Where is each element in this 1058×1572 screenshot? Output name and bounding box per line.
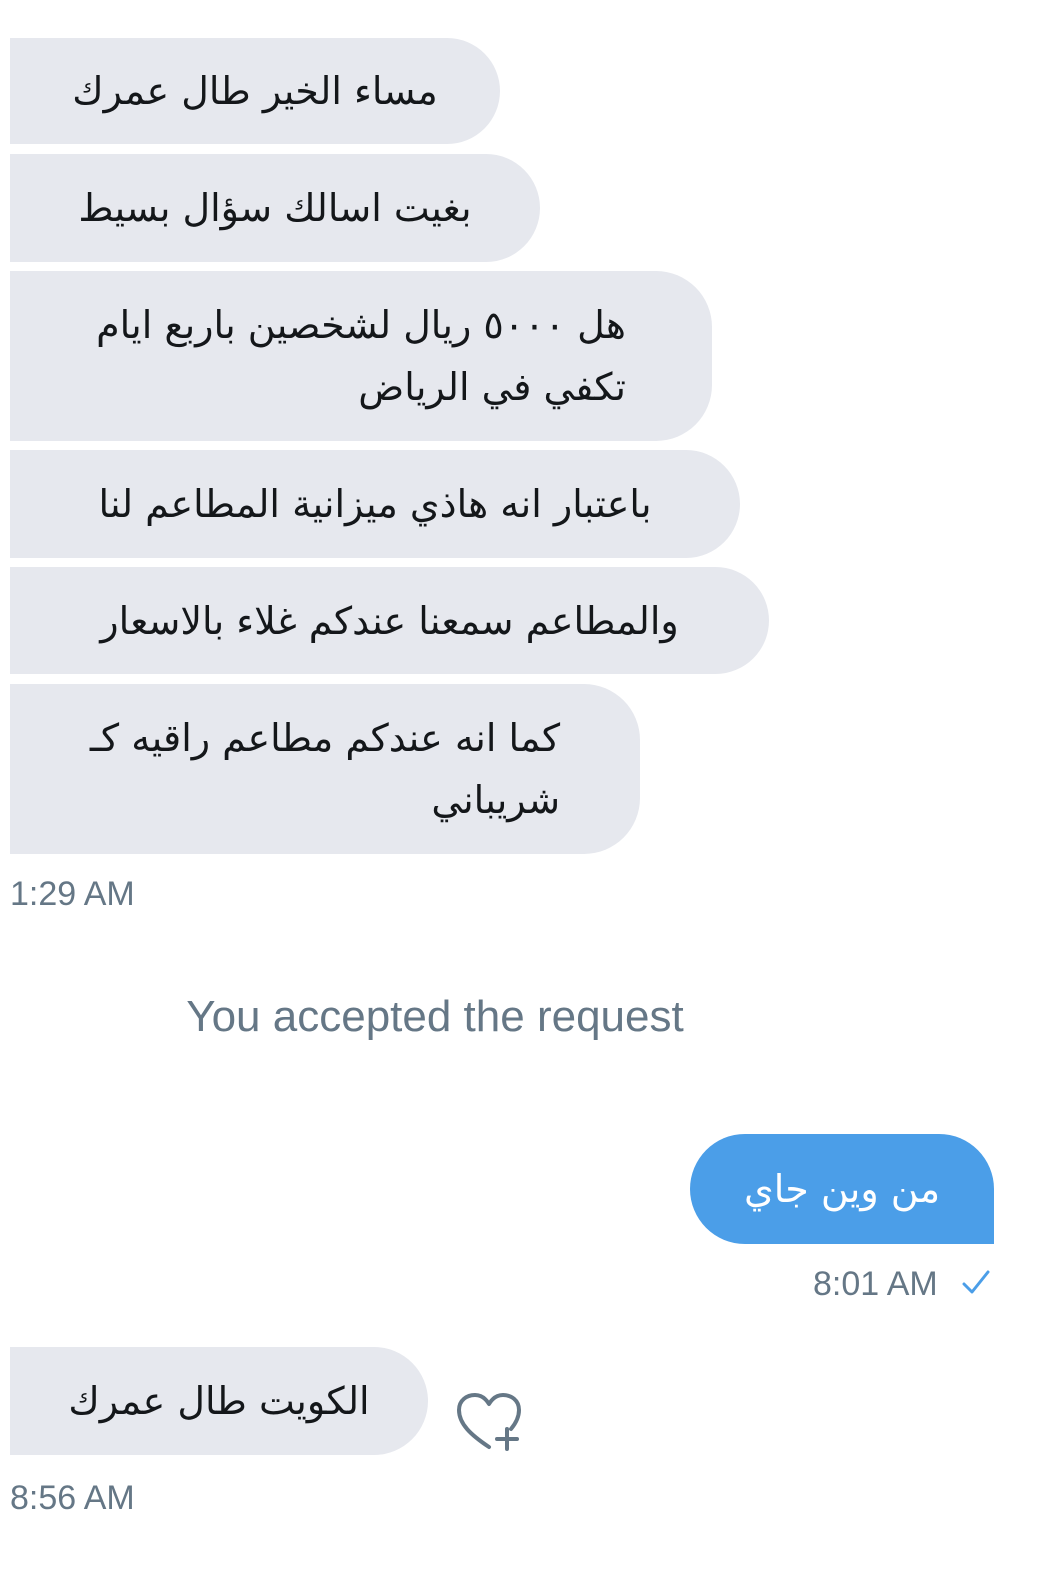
heart-plus-icon[interactable] <box>452 1390 526 1454</box>
outgoing-message-bubble[interactable]: من وين جاي <box>690 1134 994 1244</box>
message-bubble-greeting[interactable]: مساء الخير طال عمرك <box>10 38 500 144</box>
message-text: باعتبار انه هاذي ميزانية المطاعم لنا <box>98 482 652 526</box>
message-text: من وين جاي <box>743 1167 941 1211</box>
message-bubble-restaurant-budget[interactable]: باعتبار انه هاذي ميزانية المطاعم لنا <box>10 450 740 558</box>
checkmark-icon <box>962 1270 990 1294</box>
message-text: هل ٥٠٠٠ ريال لشخصين باربع ايام تكفي في ا… <box>96 303 626 409</box>
message-text: كما انه عندكم مطاعم راقيه كـ شريباني <box>89 716 561 822</box>
message-timestamp: 1:29 AM <box>10 875 135 913</box>
outgoing-message-timestamp: 8:01 AM <box>813 1265 938 1303</box>
message-text: مساء الخير طال عمرك <box>72 69 438 113</box>
message-bubble-budget-question[interactable]: هل ٥٠٠٠ ريال لشخصين باربع ايام تكفي في ا… <box>10 271 712 441</box>
message-bubble-fine-restaurants[interactable]: كما انه عندكم مطاعم راقيه كـ شريباني <box>10 684 640 854</box>
message-timestamp: 8:56 AM <box>10 1479 135 1517</box>
message-text: الكويت طال عمرك <box>68 1379 370 1423</box>
message-text: بغيت اسالك سؤال بسيط <box>78 186 472 230</box>
system-message: You accepted the request <box>186 992 684 1041</box>
message-bubble-kuwait-reply[interactable]: الكويت طال عمرك <box>10 1347 428 1455</box>
message-bubble-prices[interactable]: والمطاعم سمعنا عندكم غلاء بالاسعار <box>10 567 769 674</box>
message-bubble-question-intro[interactable]: بغيت اسالك سؤال بسيط <box>10 154 540 262</box>
message-text: والمطاعم سمعنا عندكم غلاء بالاسعار <box>100 598 679 643</box>
